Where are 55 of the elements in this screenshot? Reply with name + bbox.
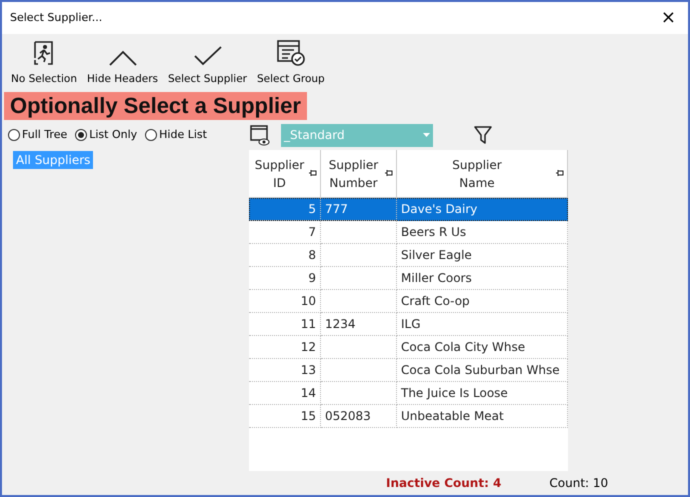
view-icon[interactable]	[249, 124, 271, 146]
table-cell-text: 777	[325, 201, 348, 218]
pin-icon[interactable]	[309, 170, 317, 176]
table-cell-text: Dave's Dairy	[401, 201, 478, 218]
table-cell-text: 8	[308, 247, 316, 264]
close-button[interactable]: ×	[660, 9, 676, 27]
table-cell-text: Miller Coors	[401, 270, 472, 287]
table-cell-text: 10	[300, 293, 316, 310]
caret-up-icon	[108, 50, 136, 66]
table-cell-text: Silver Eagle	[401, 247, 472, 264]
table-cell-text: Craft Co-op	[401, 293, 470, 310]
table-cell-text: 9	[308, 270, 316, 287]
toolbar-button[interactable]: Select Group	[252, 36, 330, 88]
table-cell-text: The Juice Is Loose	[401, 385, 508, 402]
table-cell-text: 7	[308, 224, 316, 241]
table-cell-text: 13	[300, 362, 316, 379]
running-person-icon	[32, 40, 56, 66]
table-row[interactable]: 9 Miller Coors	[249, 267, 568, 290]
table-cell-text: 5	[308, 201, 316, 218]
window-title: Select Supplier...	[10, 10, 102, 26]
view-radio[interactable]: List Only	[75, 126, 138, 144]
view-radio[interactable]: Hide List	[145, 126, 207, 144]
table-cell-text: Beers R Us	[401, 224, 466, 241]
table-cell-text: 14	[300, 385, 316, 402]
table-row[interactable]: 15 052083 Unbeatable Meat	[249, 405, 568, 428]
list-check-icon	[276, 40, 305, 66]
table-cell-text: 1234	[325, 316, 356, 333]
banner-heading: Optionally Select a Supplier	[4, 92, 307, 120]
table-cell-text: Coca Cola Suburban Whse	[401, 362, 560, 379]
table-row[interactable]: 8 Silver Eagle	[249, 244, 568, 267]
table-cell-text: ILG	[401, 316, 421, 333]
table-cell-text: 12	[300, 339, 316, 356]
table-row[interactable]: 10 Craft Co-op	[249, 290, 568, 313]
toolbar-button[interactable]: No Selection	[6, 36, 82, 88]
table-row[interactable]: 7 Beers R Us	[249, 221, 568, 244]
toolbar-button[interactable]: Hide Headers	[82, 36, 163, 88]
pin-icon[interactable]	[556, 170, 564, 176]
filter-icon[interactable]	[473, 125, 493, 145]
table-cell-text: 11	[300, 316, 316, 333]
inactive-count: Inactive Count: 4	[386, 475, 502, 492]
view-radio[interactable]: Full Tree	[8, 126, 68, 144]
table-row[interactable]: 13 Coca Cola Suburban Whse	[249, 359, 568, 382]
table-cell-text: Unbeatable Meat	[401, 408, 504, 425]
toolbar-button[interactable]: Select Supplier	[163, 36, 252, 88]
record-count: Count: 10	[549, 475, 608, 492]
table-row[interactable]: 14 The Juice Is Loose	[249, 382, 568, 405]
table-row[interactable]: 12 Coca Cola City Whse	[249, 336, 568, 359]
table-row[interactable]: 11 1234 ILG	[249, 313, 568, 336]
dropdown-caret-icon	[423, 133, 430, 137]
table-cell-text: 15	[300, 408, 316, 425]
table-cell-text: Coca Cola City Whse	[401, 339, 526, 356]
table-row[interactable]: 5 777 Dave's Dairy	[249, 198, 568, 221]
pin-icon[interactable]	[385, 170, 393, 176]
table-cell-text: 052083	[325, 408, 371, 425]
check-icon	[194, 46, 222, 66]
